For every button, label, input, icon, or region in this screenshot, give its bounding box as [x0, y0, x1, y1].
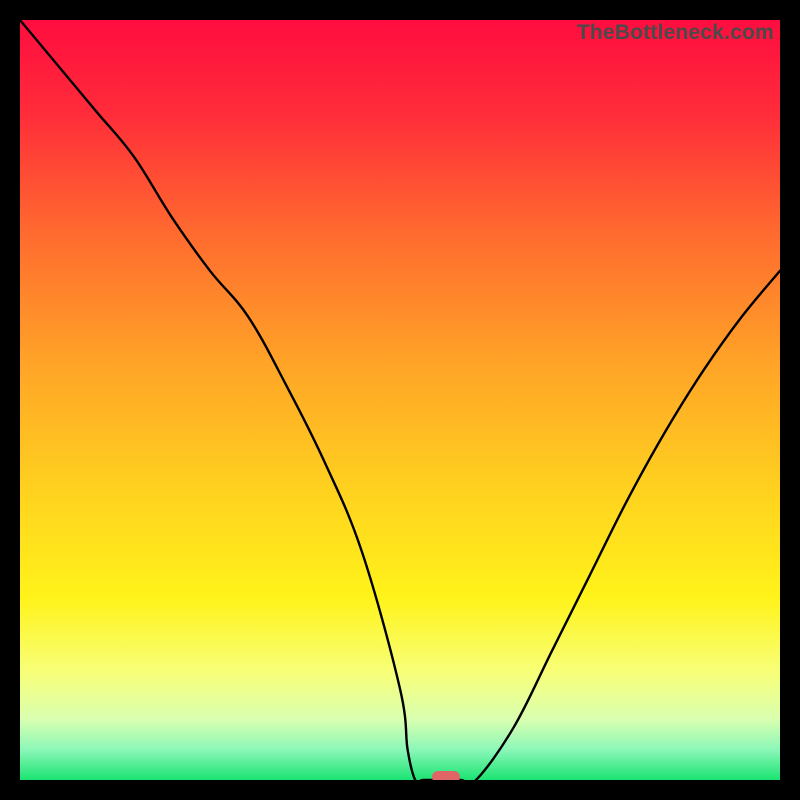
plot-area: TheBottleneck.com	[20, 20, 780, 780]
bottleneck-curve	[20, 20, 780, 780]
optimal-marker	[432, 771, 460, 780]
watermark-text: TheBottleneck.com	[577, 21, 774, 45]
chart-frame: TheBottleneck.com	[0, 0, 800, 800]
